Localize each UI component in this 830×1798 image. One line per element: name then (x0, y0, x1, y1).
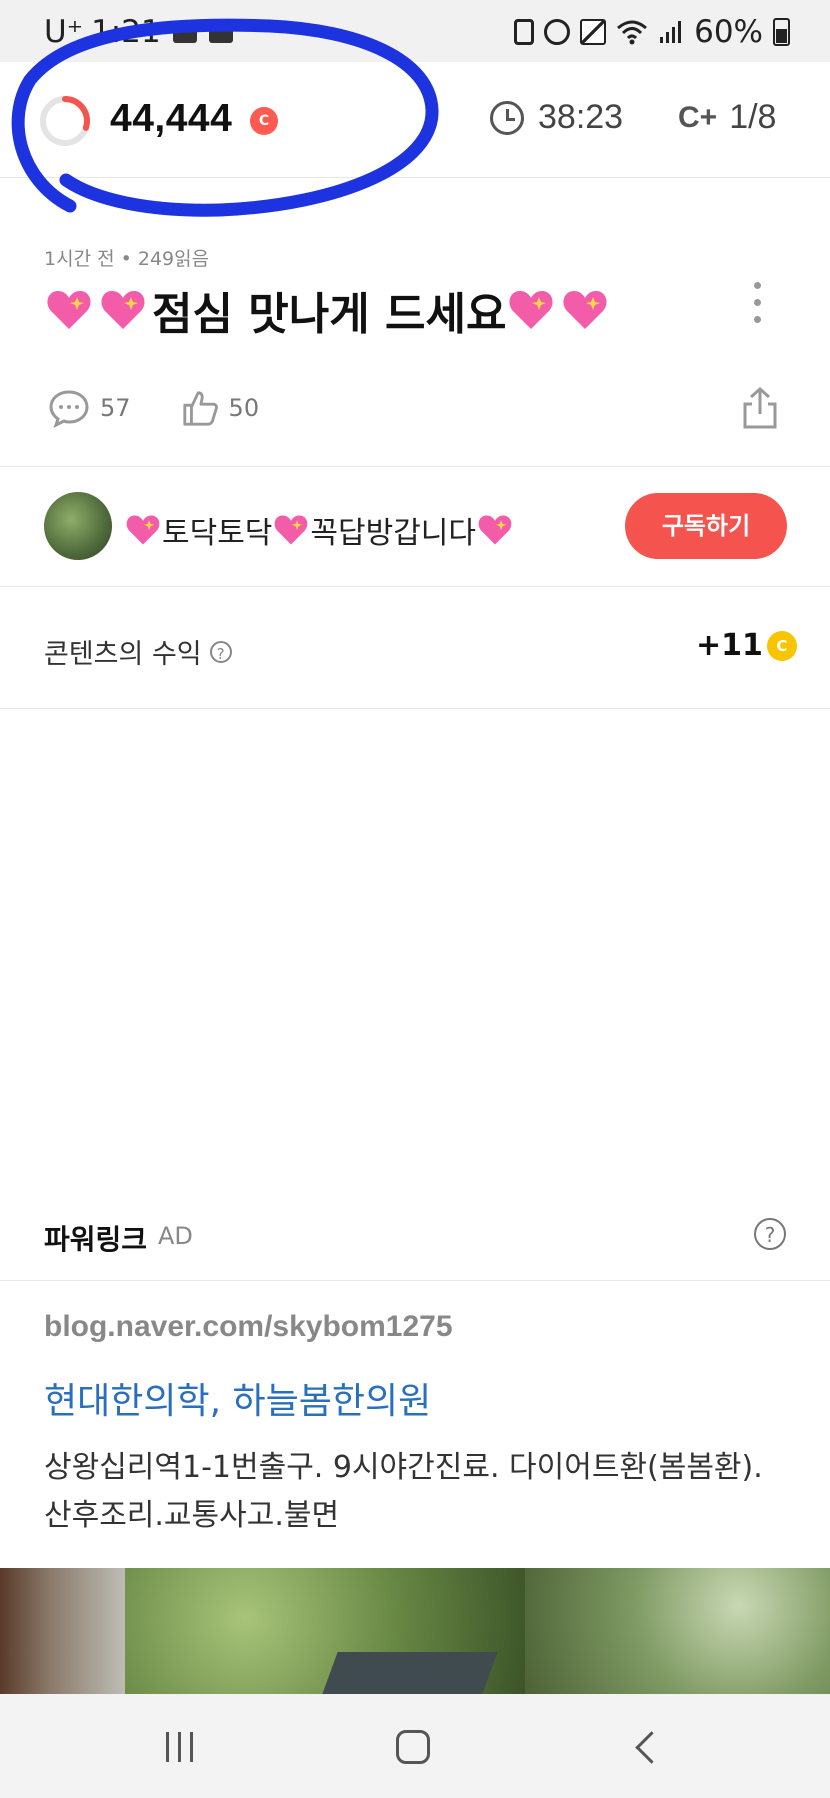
status-bar: U⁺ 1:21 60% (0, 0, 830, 62)
progress-ring (40, 96, 90, 146)
like-count: 50 (228, 394, 260, 422)
battery-saver-icon (514, 19, 535, 45)
post-title-row: 점심 맛나게 드세요 (44, 278, 614, 342)
author-avatar[interactable] (44, 492, 112, 560)
sparkling-heart-icon (275, 515, 308, 545)
comment-count: 57 (100, 394, 131, 422)
timer-value: 38:23 (538, 98, 624, 136)
author-name[interactable]: 토닥토닥 꼭답방갑니다 (124, 508, 514, 552)
post-meta: 1시간 전 • 249읽음 (44, 248, 210, 270)
home-button[interactable] (396, 1730, 430, 1764)
ad-url[interactable]: blog.naver.com/skybom1275 (44, 1310, 453, 1344)
comment-icon[interactable] (48, 388, 90, 428)
system-navigation-bar (0, 1694, 830, 1798)
c-plus-icon: C+ (678, 100, 718, 134)
divider (0, 466, 830, 467)
divider (0, 1280, 830, 1281)
help-icon[interactable]: ? (209, 640, 232, 663)
subscribe-button[interactable]: 구독하기 (625, 493, 787, 559)
recent-apps-button[interactable] (166, 1732, 193, 1762)
back-button[interactable] (635, 1731, 668, 1764)
clock-icon (490, 100, 524, 135)
post-title: 점심 맛나게 드세요 (152, 289, 507, 340)
battery-percent: 60% (694, 14, 763, 50)
mute-icon (580, 19, 607, 45)
revenue-label-row: 콘텐츠의 수익 ? (44, 632, 232, 671)
page-indicator[interactable]: C+ 1/8 (678, 98, 776, 137)
coin-icon: C (766, 630, 797, 661)
sparkling-heart-icon (101, 291, 145, 329)
carrier-label: U⁺ (44, 14, 84, 50)
revenue-label: 콘텐츠의 수익 (44, 639, 202, 670)
coin-icon: C (250, 107, 278, 135)
revenue-value-row: +11 C (696, 628, 797, 663)
ad-title-link[interactable]: 현대한의학, 하늘봄한의원 (44, 1372, 431, 1424)
coin-count: 44,444 (110, 97, 233, 140)
ad-help-icon[interactable]: ? (754, 1218, 786, 1250)
battery-icon (773, 18, 790, 46)
status-right: 60% (514, 14, 790, 50)
powerlink-label: 파워링크 (44, 1223, 148, 1256)
sparkling-heart-icon (126, 515, 160, 545)
ad-image[interactable] (0, 1568, 830, 1694)
sparkling-heart-icon (563, 291, 608, 329)
timer: 38:23 (490, 98, 623, 137)
notification-icon (208, 21, 233, 43)
share-icon[interactable] (742, 386, 778, 430)
author-name-part: 토닥토닥 (162, 516, 273, 551)
sparkling-heart-icon (478, 515, 512, 545)
notification-icon (172, 21, 197, 43)
revenue-value: +11 (696, 628, 763, 663)
author-name-part: 꼭답방갑니다 (310, 516, 477, 551)
divider (0, 708, 830, 709)
thumbs-up-icon[interactable] (181, 389, 219, 427)
clock-time: 1:21 (91, 14, 161, 50)
ad-description: 상왕십리역1-1번출구. 9시야간진료. 다이어트환(봄봄환). 산후조리.교통… (44, 1450, 763, 1533)
reward-bar: 44,444 C 38:23 C+ 1/8 (0, 62, 830, 178)
sparkling-heart-icon (47, 291, 91, 329)
sparkling-heart-icon (509, 291, 554, 329)
alarm-icon (544, 19, 571, 45)
divider (0, 586, 830, 587)
page-indicator-value: 1/8 (729, 98, 777, 136)
status-left: U⁺ 1:21 (44, 14, 233, 50)
signal-icon (660, 21, 682, 43)
ad-tag: AD (158, 1222, 193, 1250)
more-options-button[interactable] (752, 282, 762, 323)
post-actions: 57 50 (48, 388, 259, 428)
wifi-icon (617, 20, 648, 45)
